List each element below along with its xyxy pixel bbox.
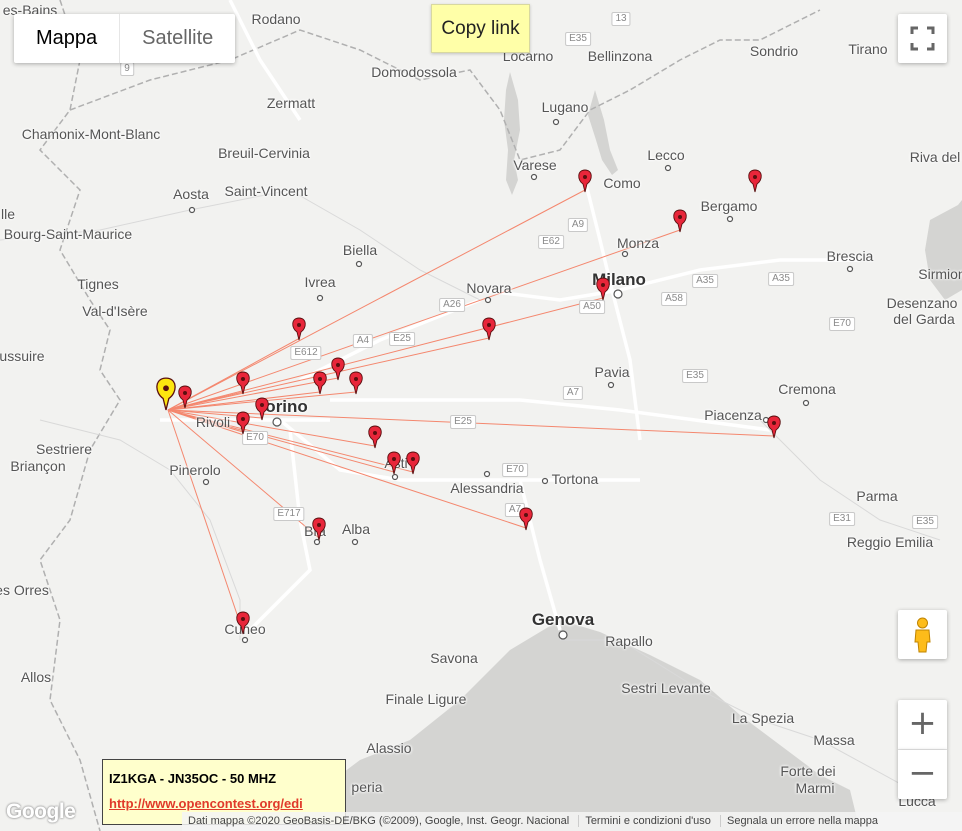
- station-info-title: IZ1KGA - JN35OC - 50 MHZ: [109, 771, 277, 786]
- station-marker[interactable]: [331, 357, 345, 381]
- station-marker[interactable]: [748, 169, 762, 193]
- station-marker[interactable]: [236, 371, 250, 395]
- station-marker[interactable]: [236, 411, 250, 435]
- station-marker[interactable]: [578, 169, 592, 193]
- marker-layer: [156, 169, 781, 635]
- station-marker[interactable]: [482, 317, 496, 341]
- station-marker[interactable]: [349, 371, 363, 395]
- fullscreen-icon: [910, 26, 935, 51]
- zoom-out-button[interactable]: −: [898, 750, 947, 799]
- zoom-in-icon: +: [908, 703, 937, 743]
- map-type-map-button[interactable]: Mappa: [14, 14, 119, 63]
- copy-link-button[interactable]: Copy link: [431, 4, 530, 53]
- map-attribution-bar: Dati mappa ©2020 GeoBasis-DE/BKG (©2009)…: [182, 812, 962, 831]
- pegman-icon: [914, 617, 931, 653]
- station-marker[interactable]: [292, 317, 306, 341]
- map-data-attribution: Dati mappa ©2020 GeoBasis-DE/BKG (©2009)…: [188, 815, 570, 827]
- home-station-marker[interactable]: [156, 377, 176, 411]
- station-marker[interactable]: [236, 611, 250, 635]
- station-marker[interactable]: [255, 397, 269, 421]
- opencontest-link[interactable]: http://www.opencontest.org/edi: [109, 796, 303, 811]
- station-marker[interactable]: [178, 385, 192, 409]
- fullscreen-button[interactable]: [898, 14, 947, 63]
- report-error-link[interactable]: Segnala un errore nella mappa: [719, 815, 885, 827]
- station-marker[interactable]: [673, 209, 687, 233]
- station-marker[interactable]: [767, 415, 781, 439]
- zoom-out-icon: −: [908, 753, 937, 793]
- station-marker[interactable]: [312, 517, 326, 541]
- station-marker[interactable]: [596, 277, 610, 301]
- station-marker[interactable]: [313, 371, 327, 395]
- station-marker[interactable]: [368, 425, 382, 449]
- google-logo: Google: [6, 800, 76, 823]
- zoom-in-button[interactable]: +: [898, 700, 947, 750]
- station-marker[interactable]: [519, 507, 533, 531]
- station-marker[interactable]: [406, 451, 420, 475]
- street-view-pegman-button[interactable]: [898, 610, 947, 659]
- map-type-control: Mappa Satellite: [14, 14, 236, 63]
- terms-link[interactable]: Termini e condizioni d'uso: [578, 815, 717, 827]
- station-marker[interactable]: [387, 451, 401, 475]
- map-type-satellite-button[interactable]: Satellite: [119, 14, 235, 63]
- map-canvas[interactable]: es-Bains Rodano Sondrio Tirano Locarno Bellin…: [0, 0, 962, 831]
